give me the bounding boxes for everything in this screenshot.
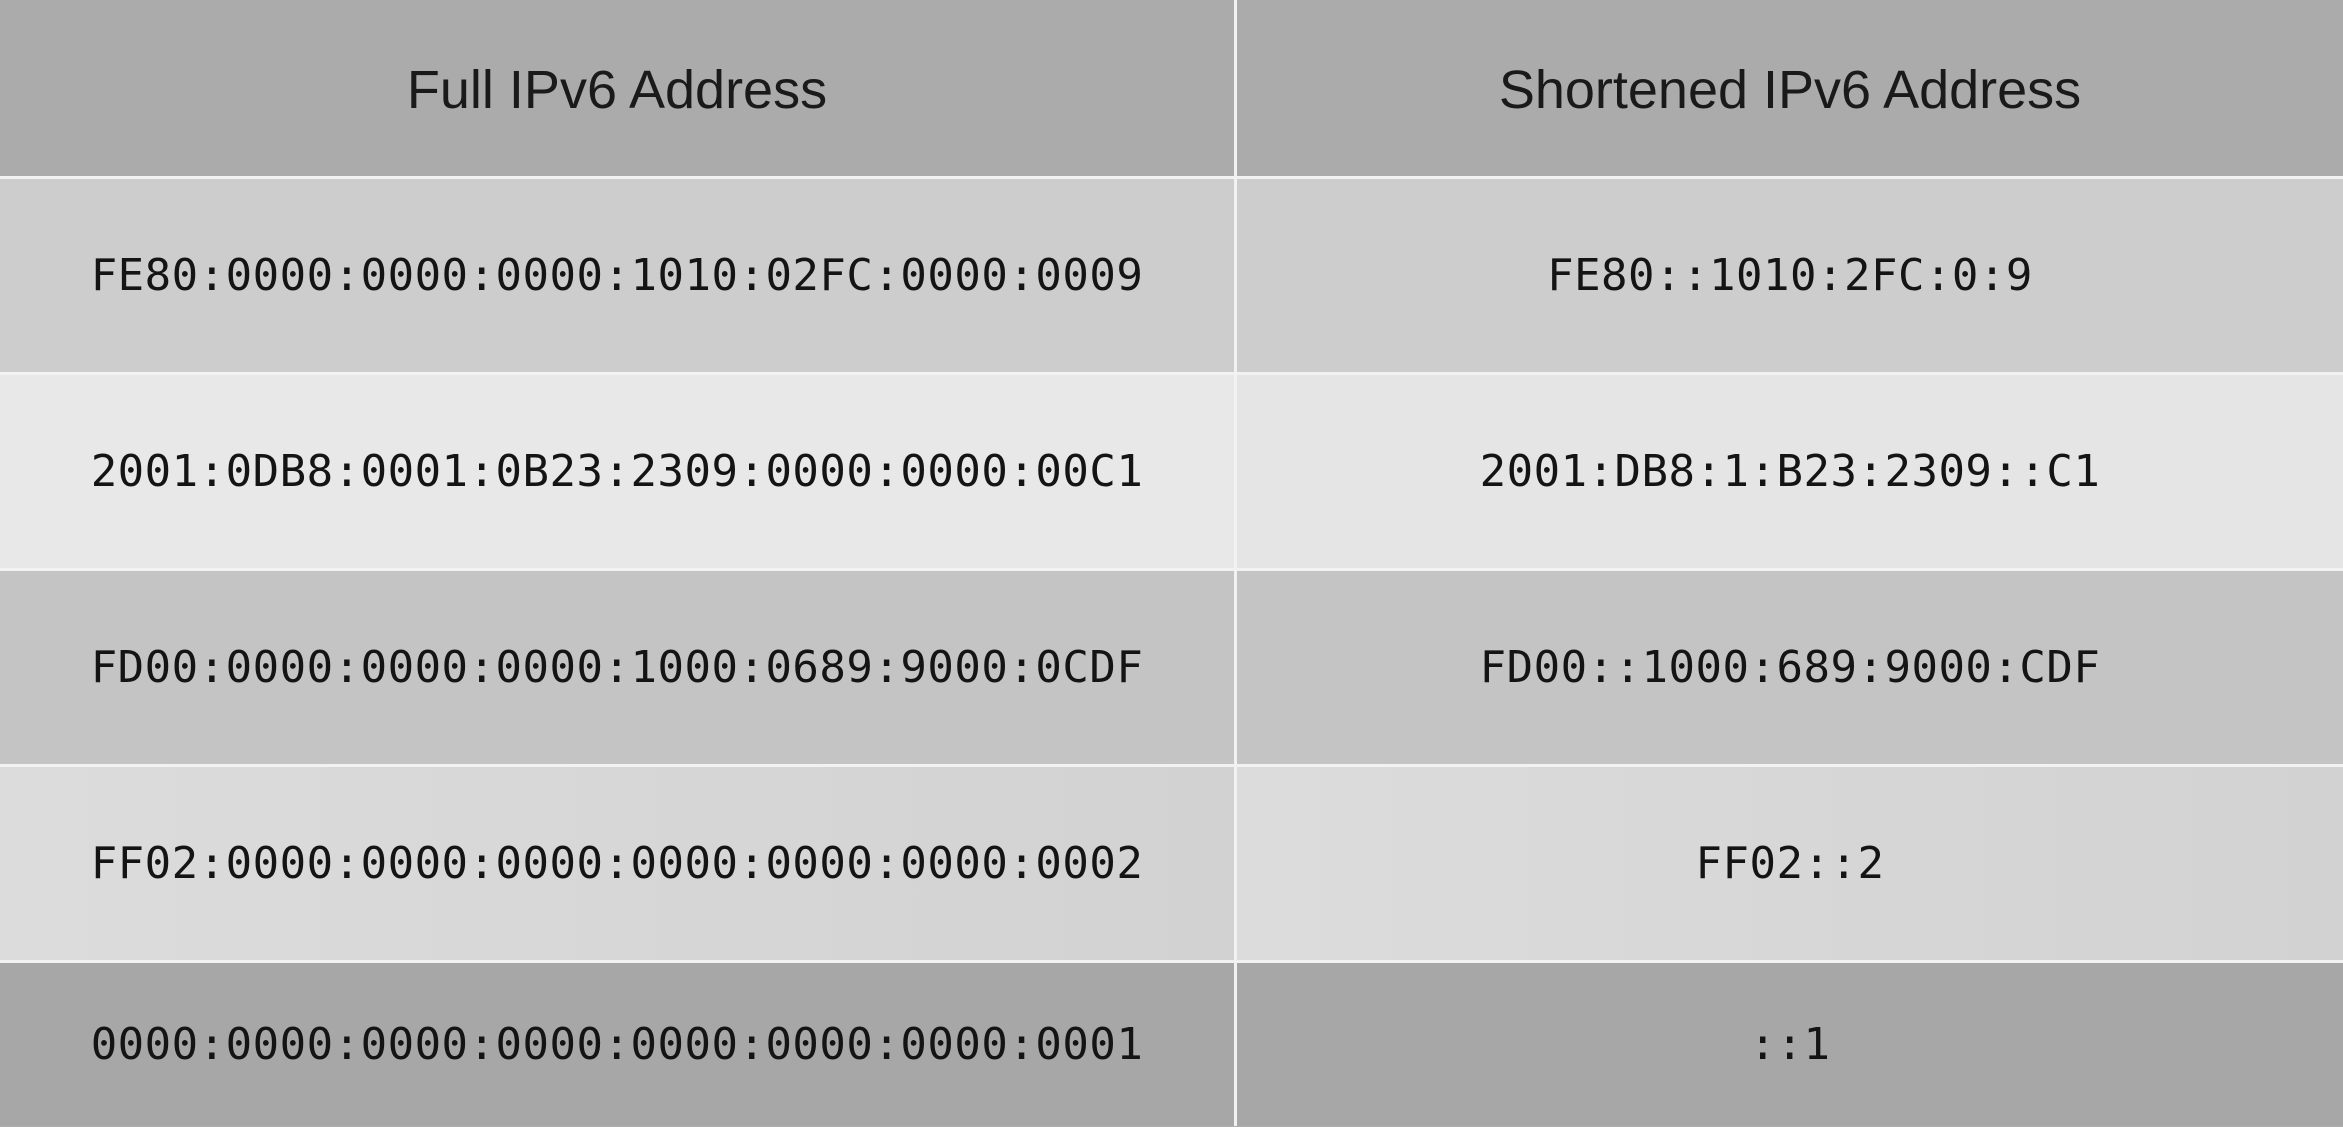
full-address-cell: FF02:0000:0000:0000:0000:0000:0000:0002 [0, 767, 1234, 960]
header-full-address: Full IPv6 Address [0, 0, 1234, 176]
short-address-cell: FF02::2 [1237, 767, 2343, 960]
short-address-cell: FE80::1010:2FC:0:9 [1237, 179, 2343, 372]
full-address-cell: FE80:0000:0000:0000:1010:02FC:0000:0009 [0, 179, 1234, 372]
full-address-cell: 0000:0000:0000:0000:0000:0000:0000:0001 [0, 963, 1234, 1126]
full-address-cell: FD00:0000:0000:0000:1000:0689:9000:0CDF [0, 571, 1234, 764]
header-shortened-address: Shortened IPv6 Address [1237, 0, 2343, 176]
ipv6-address-table: Full IPv6 Address Shortened IPv6 Address… [0, 0, 2343, 1127]
full-address-cell: 2001:0DB8:0001:0B23:2309:0000:0000:00C1 [0, 375, 1234, 568]
short-address-cell: ::1 [1237, 963, 2343, 1126]
short-address-cell: 2001:DB8:1:B23:2309::C1 [1237, 375, 2343, 568]
short-address-cell: FD00::1000:689:9000:CDF [1237, 571, 2343, 764]
